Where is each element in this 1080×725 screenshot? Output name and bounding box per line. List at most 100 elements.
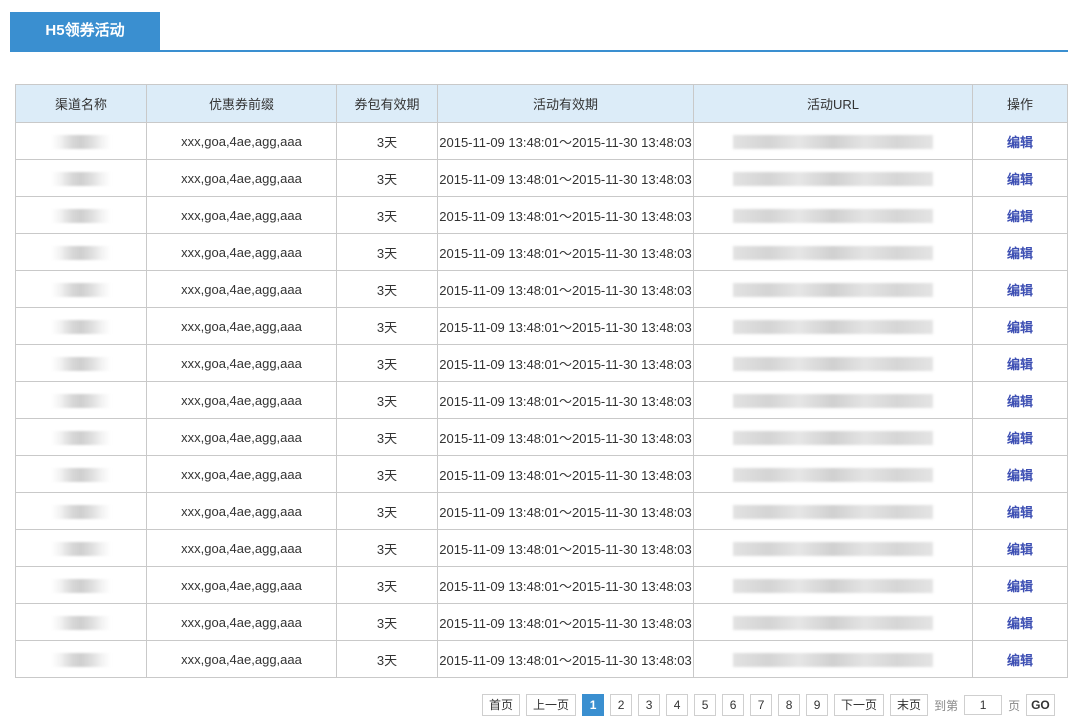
goto-page-input[interactable]: [964, 695, 1003, 715]
table-row: xxx,goa,4ae,agg,aaa 3天 2015-11-09 13:48:01…: [15, 159, 1068, 197]
edit-link[interactable]: 编辑: [1007, 135, 1033, 150]
page-3-button[interactable]: 3: [638, 694, 661, 716]
redacted-channel-name: [51, 578, 111, 593]
action-cell: 编辑: [972, 270, 1068, 308]
activity-url-cell: [693, 640, 973, 678]
pack-validity-cell: 3天: [336, 529, 438, 567]
pack-validity-cell: 3天: [336, 640, 438, 678]
edit-link[interactable]: 编辑: [1007, 283, 1033, 298]
edit-link[interactable]: 编辑: [1007, 394, 1033, 409]
activity-url-cell: [693, 270, 973, 308]
edit-link[interactable]: 编辑: [1007, 468, 1033, 483]
edit-link[interactable]: 编辑: [1007, 320, 1033, 335]
next-page-button[interactable]: 下一页: [834, 694, 885, 716]
activity-url-cell: [693, 418, 973, 456]
edit-link[interactable]: 编辑: [1007, 653, 1033, 668]
redacted-activity-url: [733, 319, 933, 334]
table-row: xxx,goa,4ae,agg,aaa 3天 2015-11-09 13:48:01…: [15, 418, 1068, 456]
action-cell: 编辑: [972, 418, 1068, 456]
redacted-activity-url: [733, 245, 933, 260]
coupon-prefix-cell: xxx,goa,4ae,agg,aaa: [146, 529, 337, 567]
redacted-activity-url: [733, 282, 933, 297]
edit-link[interactable]: 编辑: [1007, 542, 1033, 557]
redacted-channel-name: [51, 652, 111, 667]
redacted-channel-name: [51, 356, 111, 371]
channel-name-cell: [15, 307, 147, 345]
col-channel-name: 渠道名称: [15, 84, 147, 123]
page-4-button[interactable]: 4: [666, 694, 689, 716]
activity-url-cell: [693, 196, 973, 234]
page-5-button[interactable]: 5: [694, 694, 717, 716]
table-row: xxx,goa,4ae,agg,aaa 3天 2015-11-09 13:48:01…: [15, 233, 1068, 271]
col-activity-url: 活动URL: [693, 84, 973, 123]
redacted-channel-name: [51, 282, 111, 297]
edit-link[interactable]: 编辑: [1007, 357, 1033, 372]
activity-validity-cell: 2015-11-09 13:48:01～2015-11-30 13:48:03: [437, 640, 694, 678]
tab-h5-coupon-activity[interactable]: H5领券活动: [10, 12, 160, 50]
activity-validity-cell: 2015-11-09 13:48:01～2015-11-30 13:48:03: [437, 418, 694, 456]
prev-page-button[interactable]: 上一页: [526, 694, 577, 716]
pack-validity-cell: 3天: [336, 196, 438, 234]
channel-name-cell: [15, 122, 147, 160]
col-pack-validity: 券包有效期: [336, 84, 438, 123]
page-1-button[interactable]: 1: [582, 694, 605, 716]
action-cell: 编辑: [972, 344, 1068, 382]
page-2-button[interactable]: 2: [610, 694, 633, 716]
redacted-activity-url: [733, 615, 933, 630]
redacted-activity-url: [733, 134, 933, 149]
activity-url-cell: [693, 603, 973, 641]
redacted-activity-url: [733, 467, 933, 482]
activity-validity-cell: 2015-11-09 13:48:01～2015-11-30 13:48:03: [437, 122, 694, 160]
pack-validity-cell: 3天: [336, 455, 438, 493]
last-page-button[interactable]: 末页: [890, 694, 929, 716]
redacted-channel-name: [51, 615, 111, 630]
activity-url-cell: [693, 159, 973, 197]
edit-link[interactable]: 编辑: [1007, 246, 1033, 261]
channel-name-cell: [15, 640, 147, 678]
page-7-button[interactable]: 7: [750, 694, 773, 716]
page-6-button[interactable]: 6: [722, 694, 745, 716]
edit-link[interactable]: 编辑: [1007, 431, 1033, 446]
table-row: xxx,goa,4ae,agg,aaa 3天 2015-11-09 13:48:01…: [15, 529, 1068, 567]
coupon-prefix-cell: xxx,goa,4ae,agg,aaa: [146, 492, 337, 530]
channel-name-cell: [15, 566, 147, 604]
redacted-activity-url: [733, 356, 933, 371]
activity-validity-cell: 2015-11-09 13:48:01～2015-11-30 13:48:03: [437, 603, 694, 641]
action-cell: 编辑: [972, 381, 1068, 419]
pack-validity-cell: 3天: [336, 344, 438, 382]
goto-suffix-label: 页: [1008, 698, 1021, 713]
first-page-button[interactable]: 首页: [482, 694, 521, 716]
channel-name-cell: [15, 344, 147, 382]
table-row: xxx,goa,4ae,agg,aaa 3天 2015-11-09 13:48:01…: [15, 196, 1068, 234]
action-cell: 编辑: [972, 529, 1068, 567]
col-action: 操作: [972, 84, 1068, 123]
pack-validity-cell: 3天: [336, 270, 438, 308]
page-8-button[interactable]: 8: [778, 694, 801, 716]
channel-name-cell: [15, 159, 147, 197]
activity-url-cell: [693, 233, 973, 271]
action-cell: 编辑: [972, 640, 1068, 678]
edit-link[interactable]: 编辑: [1007, 172, 1033, 187]
action-cell: 编辑: [972, 159, 1068, 197]
edit-link[interactable]: 编辑: [1007, 579, 1033, 594]
redacted-activity-url: [733, 578, 933, 593]
page-9-button[interactable]: 9: [806, 694, 829, 716]
action-cell: 编辑: [972, 566, 1068, 604]
redacted-channel-name: [51, 430, 111, 445]
col-coupon-prefix: 优惠券前缀: [146, 84, 337, 123]
coupon-prefix-cell: xxx,goa,4ae,agg,aaa: [146, 603, 337, 641]
redacted-channel-name: [51, 134, 111, 149]
pagination: 首页 上一页 1 2 3 4 5 6 7 8 9 下一页 末页 到第 页 GO: [482, 694, 1055, 716]
edit-link[interactable]: 编辑: [1007, 209, 1033, 224]
activity-validity-cell: 2015-11-09 13:48:01～2015-11-30 13:48:03: [437, 344, 694, 382]
edit-link[interactable]: 编辑: [1007, 505, 1033, 520]
activity-validity-cell: 2015-11-09 13:48:01～2015-11-30 13:48:03: [437, 196, 694, 234]
go-button[interactable]: GO: [1026, 694, 1055, 716]
pack-validity-cell: 3天: [336, 566, 438, 604]
coupon-prefix-cell: xxx,goa,4ae,agg,aaa: [146, 455, 337, 493]
edit-link[interactable]: 编辑: [1007, 616, 1033, 631]
coupon-prefix-cell: xxx,goa,4ae,agg,aaa: [146, 640, 337, 678]
redacted-activity-url: [733, 171, 933, 186]
activity-validity-cell: 2015-11-09 13:48:01～2015-11-30 13:48:03: [437, 566, 694, 604]
activity-validity-cell: 2015-11-09 13:48:01～2015-11-30 13:48:03: [437, 381, 694, 419]
